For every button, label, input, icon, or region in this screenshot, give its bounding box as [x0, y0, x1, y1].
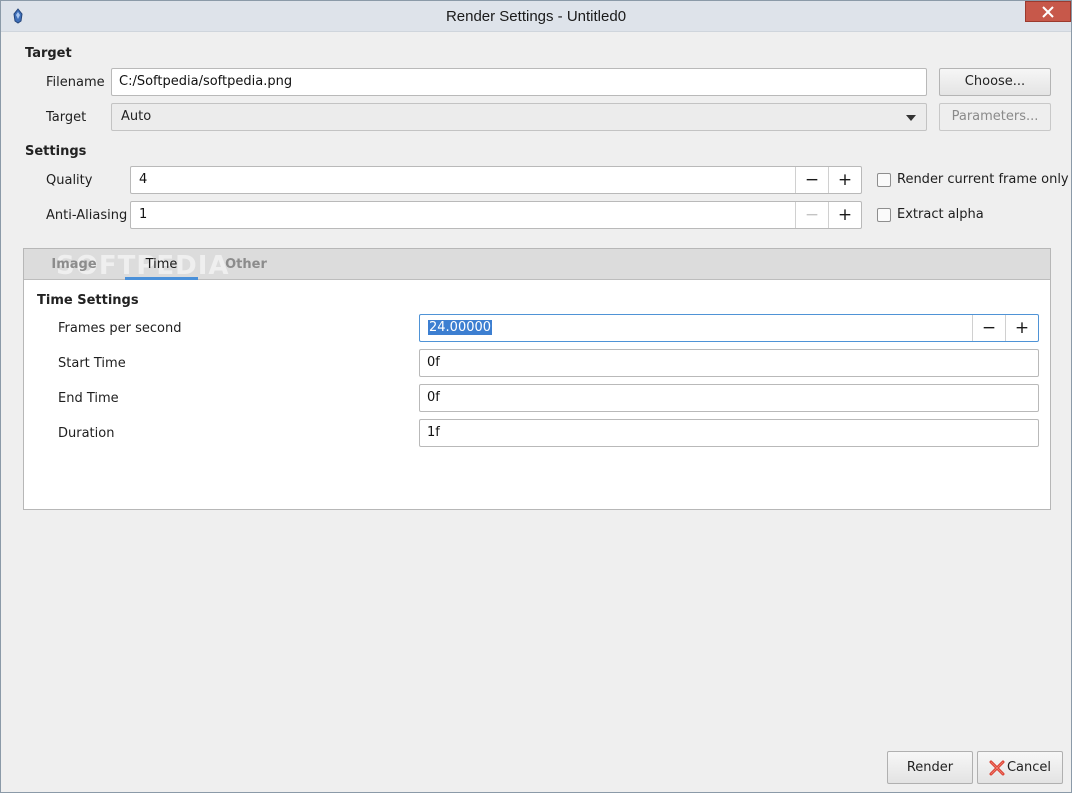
antialiasing-input[interactable]: 1 [139, 202, 147, 228]
target-select[interactable]: Auto [111, 103, 927, 131]
start-time-label: Start Time [58, 356, 126, 371]
fps-stepper: 24.00000 − + [419, 314, 1039, 342]
render-button[interactable]: Render [887, 751, 973, 784]
target-select-value: Auto [121, 109, 152, 124]
dialog-content: Target Filename C:/Softpedia/softpedia.p… [1, 32, 1071, 792]
quality-increment-button[interactable]: + [828, 167, 861, 193]
quality-label: Quality [46, 173, 93, 188]
start-time-input[interactable]: 0f [419, 349, 1039, 377]
settings-section-title: Settings [25, 144, 87, 159]
fps-label: Frames per second [58, 321, 182, 336]
cancel-button-label: Cancel [1006, 760, 1052, 775]
render-button-label: Render [906, 760, 954, 775]
render-current-frame-checkbox[interactable] [877, 173, 891, 187]
filename-input[interactable]: C:/Softpedia/softpedia.png [111, 68, 927, 96]
parameters-button[interactable]: Parameters... [939, 103, 1051, 131]
target-section-title: Target [25, 46, 72, 61]
choose-button[interactable]: Choose... [939, 68, 1051, 96]
quality-input[interactable]: 4 [139, 167, 147, 193]
target-label: Target [46, 110, 87, 125]
cancel-button[interactable]: Cancel [977, 751, 1063, 784]
chevron-down-icon [906, 115, 916, 121]
filename-label: Filename [46, 75, 105, 90]
quality-stepper: 4 − + [130, 166, 862, 194]
tab-bar: SOFTPEDIA Image Time Other [24, 249, 1050, 281]
fps-input[interactable]: 24.00000 [428, 315, 493, 341]
close-icon [1042, 5, 1054, 18]
antialiasing-stepper: 1 − + [130, 201, 862, 229]
duration-label: Duration [58, 426, 115, 441]
duration-input[interactable]: 1f [419, 419, 1039, 447]
cancel-x-icon [989, 760, 1005, 775]
time-settings-title: Time Settings [37, 293, 139, 308]
antialiasing-increment-button[interactable]: + [828, 202, 861, 228]
fps-decrement-button[interactable]: − [972, 315, 1005, 341]
end-time-input[interactable]: 0f [419, 384, 1039, 412]
window-title: Render Settings - Untitled0 [445, 8, 627, 25]
extract-alpha-label: Extract alpha [897, 207, 984, 222]
fps-input-selection: 24.00000 [428, 320, 493, 335]
tab-other[interactable]: Other [216, 249, 276, 280]
render-settings-window: Render Settings - Untitled0 Target Filen… [0, 0, 1072, 793]
fps-increment-button[interactable]: + [1005, 315, 1038, 341]
close-window-button[interactable] [1025, 1, 1071, 22]
settings-tab-panel: SOFTPEDIA Image Time Other Time Settings… [23, 248, 1051, 510]
tab-image[interactable]: Image [44, 249, 104, 280]
antialiasing-decrement-button[interactable]: − [795, 202, 828, 228]
render-current-frame-label: Render current frame only [897, 172, 1069, 187]
tab-time[interactable]: Time [125, 249, 198, 280]
end-time-label: End Time [58, 391, 119, 406]
extract-alpha-checkbox[interactable] [877, 208, 891, 222]
antialiasing-label: Anti-Aliasing [46, 208, 128, 223]
quality-decrement-button[interactable]: − [795, 167, 828, 193]
title-bar[interactable]: Render Settings - Untitled0 [1, 1, 1071, 32]
